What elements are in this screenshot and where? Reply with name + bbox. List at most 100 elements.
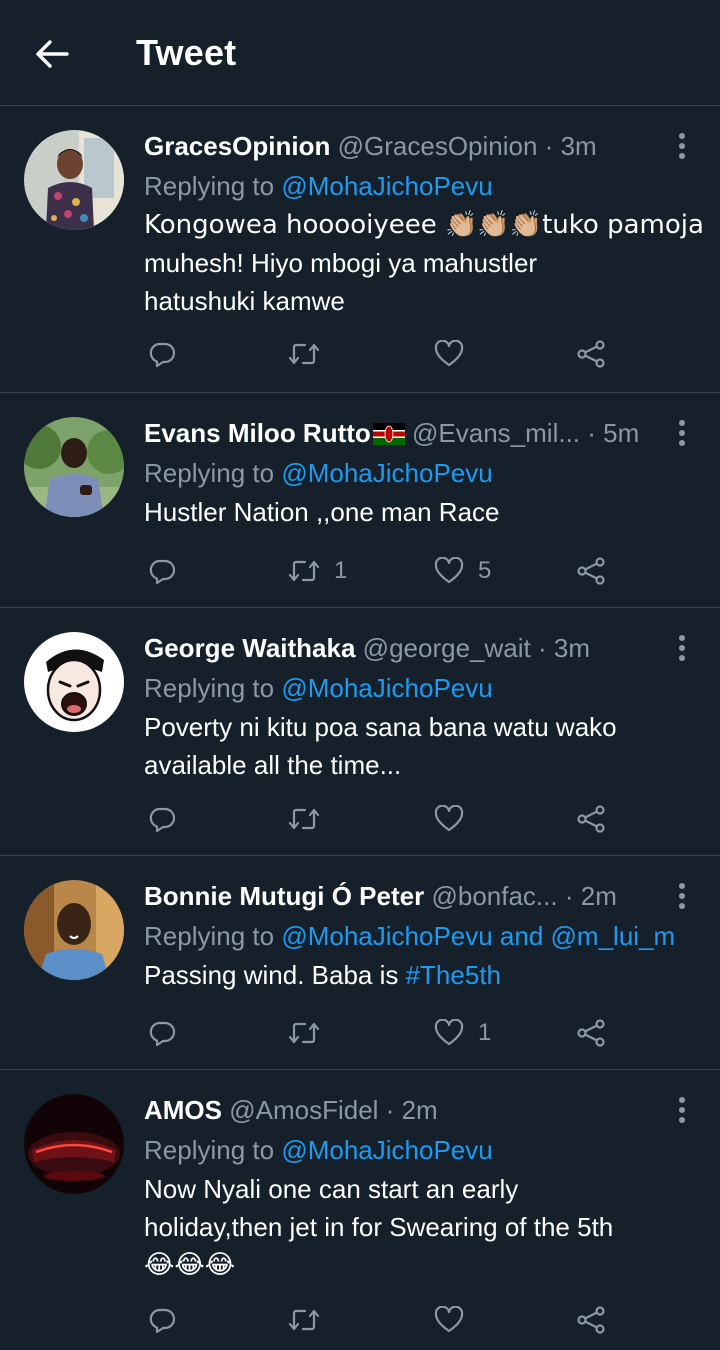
retweet-button[interactable] xyxy=(288,1013,334,1053)
more-options-button[interactable] xyxy=(666,1090,698,1130)
share-icon xyxy=(577,805,605,833)
retweet-icon xyxy=(288,560,320,582)
share-button[interactable] xyxy=(576,1300,606,1340)
avatar[interactable] xyxy=(24,417,124,517)
reply-tweet[interactable]: AMOS @AmosFidel · 2m Replying to @MohaJi… xyxy=(0,1070,720,1350)
reply-icon xyxy=(149,1021,176,1047)
back-button[interactable] xyxy=(28,30,76,78)
like-button[interactable] xyxy=(434,799,478,839)
reply-button[interactable] xyxy=(148,551,176,591)
heart-icon xyxy=(434,805,464,832)
more-options-button[interactable] xyxy=(666,628,698,668)
more-vertical-icon xyxy=(679,420,685,446)
more-vertical-icon xyxy=(679,635,685,661)
more-options-button[interactable] xyxy=(666,126,698,166)
kenya-flag-icon xyxy=(372,423,405,445)
top-bar: Tweet xyxy=(0,0,720,106)
retweet-button[interactable]: 1 xyxy=(288,551,347,591)
heart-icon xyxy=(434,1306,464,1333)
retweet-icon xyxy=(288,343,320,365)
retweet-button[interactable] xyxy=(288,1300,334,1340)
avatar[interactable] xyxy=(24,632,124,732)
retweet-count: 1 xyxy=(334,557,348,584)
mention-link[interactable]: @MohaJichoPevu xyxy=(281,171,492,201)
like-button[interactable]: 5 xyxy=(434,551,491,591)
reply-icon xyxy=(149,1308,176,1334)
reply-button[interactable] xyxy=(148,1013,176,1053)
page-title: Tweet xyxy=(136,32,237,73)
action-bar: 1 xyxy=(0,1013,720,1053)
display-name[interactable]: GracesOpinion xyxy=(144,131,330,161)
avatar[interactable] xyxy=(24,130,124,230)
timestamp[interactable]: 2m xyxy=(581,881,617,911)
reply-author-line: Bonnie Mutugi Ó Peter @bonfac... · 2m xyxy=(144,881,617,911)
display-name[interactable]: AMOS xyxy=(144,1095,222,1125)
hashtag-link[interactable]: #The5th xyxy=(406,960,501,990)
avatar[interactable] xyxy=(24,880,124,980)
share-button[interactable] xyxy=(576,334,606,374)
mention-link[interactable]: @MohaJichoPevu xyxy=(281,1135,492,1165)
mention-link[interactable]: @MohaJichoPevu and @m_lui_m xyxy=(281,921,675,951)
heart-icon xyxy=(434,1019,464,1046)
tweet-text: Kongowea hoooоiyeee 👏🏼👏🏼👏🏼tuko pamoja mu… xyxy=(144,210,704,316)
share-button[interactable] xyxy=(576,551,606,591)
reply-button[interactable] xyxy=(148,1300,176,1340)
reply-tweet[interactable]: Bonnie Mutugi Ó Peter @bonfac... · 2m Re… xyxy=(0,856,720,1070)
share-button[interactable] xyxy=(576,1013,606,1053)
share-icon xyxy=(577,557,605,585)
more-options-button[interactable] xyxy=(666,413,698,453)
user-handle[interactable]: @bonfac... xyxy=(431,881,557,911)
reply-button[interactable] xyxy=(148,799,176,839)
like-count: 5 xyxy=(478,557,492,584)
mention-link[interactable]: @MohaJichoPevu xyxy=(281,673,492,703)
avatar[interactable] xyxy=(24,1094,124,1194)
reply-icon xyxy=(149,559,176,585)
timestamp[interactable]: 2m xyxy=(402,1095,438,1125)
tweet-text: Now Nyali one can start an early holiday… xyxy=(144,1174,614,1280)
more-options-button[interactable] xyxy=(666,876,698,916)
reply-author-line: George Waithaka @george_wait · 3m xyxy=(144,633,590,663)
retweet-button[interactable] xyxy=(288,334,334,374)
share-button[interactable] xyxy=(576,799,606,839)
like-button[interactable]: 1 xyxy=(434,1013,491,1053)
tweet-text: Hustler Nation ,,one man Race xyxy=(144,497,500,527)
share-icon xyxy=(577,1306,605,1334)
reply-tweet[interactable]: Evans Miloo Rutto @Evans_mil... · 5m Rep… xyxy=(0,393,720,608)
display-name[interactable]: Bonnie Mutugi Ó Peter xyxy=(144,881,424,911)
timestamp[interactable]: 3m xyxy=(554,633,590,663)
retweet-icon xyxy=(288,808,320,830)
more-vertical-icon xyxy=(679,883,685,909)
heart-icon xyxy=(434,557,464,584)
reply-author-line: GracesOpinion @GracesOpinion · 3m xyxy=(144,131,597,161)
reply-author-line: Evans Miloo Rutto @Evans_mil... · 5m xyxy=(144,418,640,448)
reply-tweet[interactable]: George Waithaka @george_wait · 3m Replyi… xyxy=(0,608,720,856)
like-button[interactable] xyxy=(434,1300,478,1340)
user-handle[interactable]: @AmosFidel xyxy=(229,1095,378,1125)
retweet-button[interactable] xyxy=(288,799,334,839)
more-vertical-icon xyxy=(679,133,685,159)
display-name[interactable]: Evans Miloo Rutto xyxy=(144,418,371,448)
arrow-left-icon xyxy=(36,40,69,68)
action-bar xyxy=(0,1300,720,1340)
reply-button[interactable] xyxy=(148,334,176,374)
reply-icon xyxy=(149,342,176,368)
tweet-text: Poverty ni kitu poa sana bana watu wako … xyxy=(144,712,617,780)
timestamp[interactable]: 3m xyxy=(561,131,597,161)
action-bar xyxy=(0,799,720,839)
action-bar: 1 5 xyxy=(0,551,720,591)
display-name[interactable]: George Waithaka xyxy=(144,633,355,663)
user-handle[interactable]: @GracesOpinion xyxy=(338,131,538,161)
replying-to: Replying to @MohaJichoPevu xyxy=(144,673,493,703)
more-vertical-icon xyxy=(679,1097,685,1123)
reply-author-line: AMOS @AmosFidel · 2m xyxy=(144,1095,438,1125)
user-handle[interactable]: @george_wait xyxy=(363,633,531,663)
mention-link[interactable]: @MohaJichoPevu xyxy=(281,458,492,488)
reply-tweet[interactable]: GracesOpinion @GracesOpinion · 3m Replyi… xyxy=(0,106,720,393)
like-button[interactable] xyxy=(434,334,478,374)
heart-icon xyxy=(434,340,464,367)
replying-to: Replying to @MohaJichoPevu xyxy=(144,171,493,201)
user-handle[interactable]: @Evans_mil... xyxy=(412,418,580,448)
replying-to: Replying to @MohaJichoPevu and @m_lui_m xyxy=(144,921,676,951)
timestamp[interactable]: 5m xyxy=(603,418,639,448)
tweet-text: Passing wind. Baba is #The5th xyxy=(144,960,501,990)
